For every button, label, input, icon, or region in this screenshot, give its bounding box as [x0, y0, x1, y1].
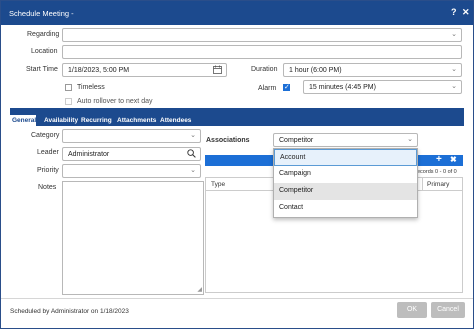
auto-rollover-checkbox[interactable] — [65, 98, 72, 105]
schedule-meeting-dialog: Schedule Meeting - ? ✕ Regarding ⌄ Locat… — [0, 0, 474, 329]
search-icon[interactable] — [187, 149, 196, 160]
category-select[interactable]: ⌄ — [62, 129, 201, 143]
leader-field[interactable]: Administrator — [62, 147, 201, 161]
chevron-down-icon: ⌄ — [407, 136, 413, 143]
timeless-label: Timeless — [77, 84, 105, 91]
start-time-label: Start Time — [26, 66, 58, 73]
auto-rollover-label: Auto rollover to next day — [77, 98, 153, 105]
dialog-title: Schedule Meeting - — [9, 9, 74, 18]
column-divider — [422, 178, 423, 191]
associations-type-select[interactable]: Competitor ⌄ — [273, 133, 418, 147]
location-label: Location — [31, 48, 58, 55]
tab-general[interactable]: General — [12, 117, 36, 124]
duration-select[interactable]: 1 hour (6:00 PM) ⌄ — [283, 63, 462, 77]
priority-label: Priority — [37, 167, 59, 174]
alarm-label: Alarm — [258, 85, 277, 92]
ok-button[interactable]: OK — [397, 302, 427, 318]
dialog-titlebar: Schedule Meeting - ? ✕ — [1, 1, 473, 25]
dropdown-option-account[interactable]: Account — [274, 149, 417, 166]
tab-availability[interactable]: Availability — [44, 117, 78, 124]
regarding-field[interactable]: ⌄ — [62, 28, 462, 42]
start-time-field[interactable]: 1/18/2023, 5:00 PM — [62, 63, 227, 77]
dropdown-option-campaign[interactable]: Campaign — [274, 166, 417, 183]
close-button[interactable]: ✕ — [462, 7, 470, 18]
leader-label: Leader — [37, 149, 59, 156]
help-button[interactable]: ? — [451, 7, 457, 17]
dropdown-option-competitor[interactable]: Competitor — [274, 183, 417, 200]
chevron-down-icon: ⌄ — [451, 66, 457, 73]
tab-attachments[interactable]: Attachments — [117, 117, 156, 124]
column-type[interactable]: Type — [211, 181, 225, 188]
footer-divider — [1, 298, 473, 299]
records-count: ecords 0 - 0 of 0 — [417, 169, 457, 175]
alarm-select[interactable]: 15 minutes (4:45 PM) ⌄ — [303, 80, 462, 94]
resize-handle-icon[interactable]: ◢ — [197, 286, 202, 293]
cancel-button[interactable]: Cancel — [431, 302, 465, 318]
duration-label: Duration — [251, 66, 278, 73]
tab-attendees[interactable]: Attendees — [160, 117, 191, 124]
notes-label: Notes — [38, 184, 57, 191]
chevron-down-icon: ⌄ — [451, 83, 457, 90]
tab-bar — [10, 108, 464, 126]
tab-recurring[interactable]: Recurring — [81, 117, 112, 124]
location-field[interactable] — [62, 45, 462, 59]
regarding-label: Regarding — [27, 31, 60, 38]
priority-select[interactable]: ⌄ — [62, 164, 201, 178]
column-primary[interactable]: Primary — [427, 181, 449, 188]
timeless-checkbox[interactable] — [65, 84, 72, 91]
chevron-down-icon: ⌄ — [451, 31, 457, 38]
calendar-icon[interactable] — [213, 65, 222, 76]
dropdown-option-contact[interactable]: Contact — [274, 200, 417, 217]
alarm-checkbox[interactable] — [283, 83, 290, 91]
associations-label: Associations — [206, 137, 250, 144]
chevron-down-icon: ⌄ — [190, 132, 196, 139]
chevron-down-icon: ⌄ — [190, 167, 196, 174]
add-association-button[interactable]: + — [436, 154, 442, 165]
scheduled-by-text: Scheduled by Administrator on 1/18/2023 — [10, 308, 129, 315]
category-label: Category — [31, 132, 60, 139]
notes-textarea[interactable]: ◢ — [62, 181, 204, 295]
associations-dropdown-list: Account Campaign Competitor Contact — [273, 148, 418, 218]
remove-association-button[interactable]: ✖ — [450, 155, 457, 164]
